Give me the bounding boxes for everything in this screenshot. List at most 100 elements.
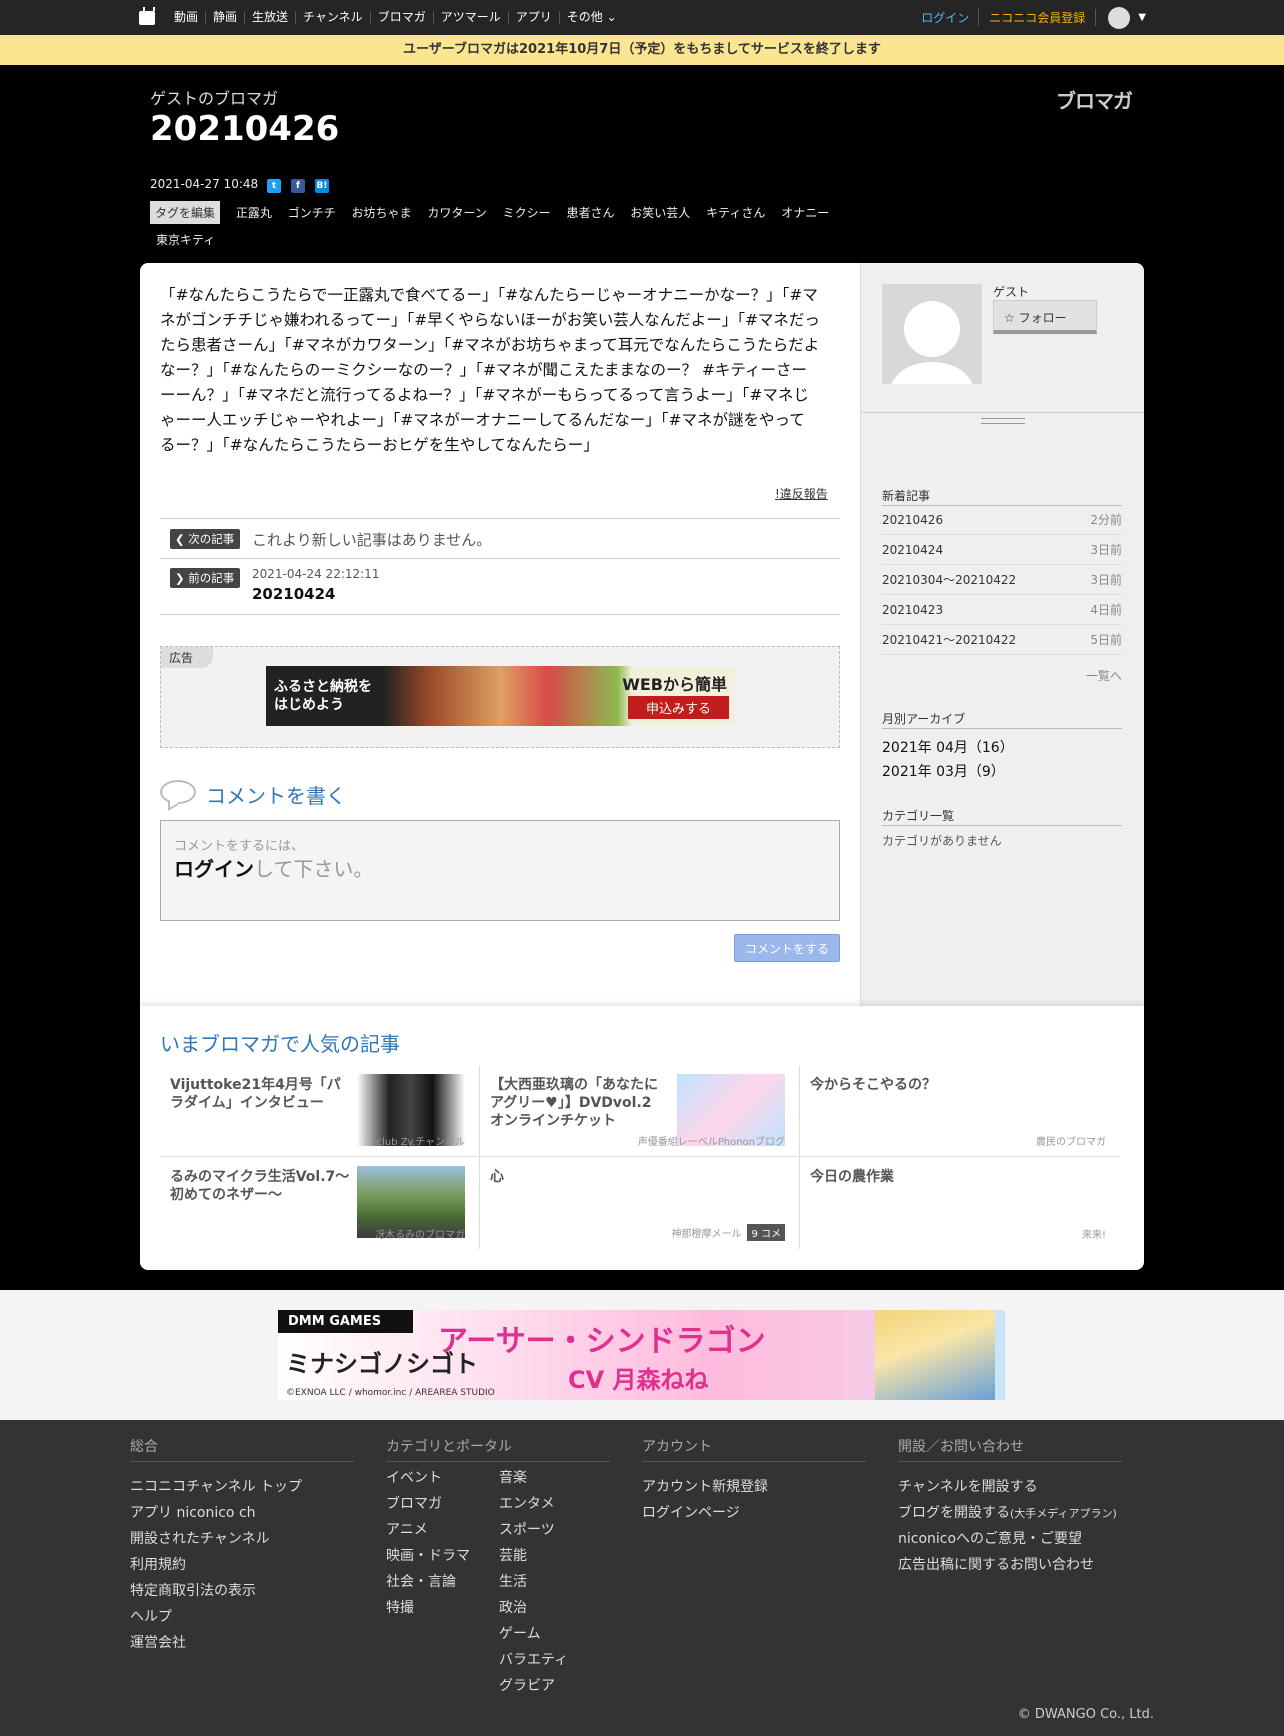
dmm-games-ad-banner[interactable]: DMM GAMES ミナシゴノシゴト アーサー・シンドラゴン CV 月森ねね ©…	[278, 1310, 1005, 1400]
furusato-ad-banner[interactable]: ふるさと納税を はじめよう WEBから簡単 申込みする	[266, 666, 735, 726]
nav-more[interactable]: その他 ⌄	[558, 11, 624, 24]
site-footer: 総合 ニコニコチャンネル トップ アプリ niconico ch 開設されたチャ…	[0, 1420, 1284, 1736]
footer-link[interactable]: niconicoへのご意見・ご要望	[898, 1526, 1122, 1552]
prev-article-row[interactable]: ❯ 前の記事 2021-04-24 22:12:11 20210424	[160, 558, 840, 615]
comment-login-link[interactable]: ログイン	[174, 857, 254, 881]
tag[interactable]: お笑い芸人	[630, 204, 690, 221]
popular-item[interactable]: 【大西亜玖璃の「あなたにアグリー♥」】DVDvol.2 オンラインチケット 声優…	[480, 1066, 800, 1157]
nav-channel[interactable]: チャンネル	[295, 11, 370, 24]
facebook-share-icon[interactable]: f	[291, 179, 305, 193]
prev-article-button[interactable]: ❯ 前の記事	[170, 568, 241, 588]
prev-article-title[interactable]: 20210424	[252, 585, 336, 603]
blomaga-logo[interactable]: ブロマガ	[1056, 85, 1133, 114]
footer-link[interactable]: ヘルプ	[130, 1604, 354, 1630]
footer-link[interactable]: エンタメ	[499, 1491, 609, 1517]
footer-link[interactable]: チャンネルを開設する	[898, 1474, 1122, 1500]
footer-col-general: 総合 ニコニコチャンネル トップ アプリ niconico ch 開設されたチャ…	[130, 1436, 354, 1656]
recent-article-item[interactable]: 20210424 3日前	[882, 535, 1122, 565]
popular-item-source: 声優番組レーベルPhononブログ	[637, 1137, 785, 1148]
popular-item[interactable]: 今からそこやるの？ 農民のブロマガ	[800, 1066, 1120, 1157]
popular-item-source: 農民のブロマガ	[1036, 1137, 1106, 1148]
ad-banner-text: ふるさと納税を はじめよう	[274, 679, 372, 713]
blog-header: ゲストのブロマガ 20210426 ブロマガ 2021-04-27 10:48 …	[140, 65, 1144, 263]
author-avatar[interactable]	[882, 284, 982, 384]
footer-link[interactable]: ブロマガ	[386, 1491, 496, 1517]
footer-heading: カテゴリとポータル	[386, 1436, 610, 1462]
user-avatar[interactable]	[1108, 6, 1131, 29]
tag[interactable]: お坊ちゃま	[352, 204, 412, 221]
recent-article-item[interactable]: 20210421～20210422 5日前	[882, 625, 1122, 655]
popular-item[interactable]: 今日の農作業 来来!	[800, 1158, 1120, 1249]
next-article-button[interactable]: ❮ 次の記事	[170, 529, 241, 549]
submit-comment-button[interactable]: コメントをする	[734, 934, 840, 962]
edit-tags-button[interactable]: タグを編集	[150, 201, 221, 224]
nav-douga[interactable]: 動画	[167, 11, 205, 24]
popular-item[interactable]: 心 神那橙摩メール 9 コメ	[480, 1158, 800, 1249]
tag-list: タグを編集 正露丸 ゴンチチ お坊ちゃま カワターン ミクシー 患者さん お笑い…	[150, 201, 850, 258]
tag[interactable]: 患者さん	[566, 204, 614, 221]
footer-link[interactable]: 社会・言論	[386, 1569, 496, 1595]
blog-name[interactable]: ゲストのブロマガ	[150, 85, 278, 109]
tag[interactable]: キティさん	[706, 204, 765, 221]
popular-item-title: 心	[490, 1169, 504, 1185]
tag[interactable]: カワターン	[427, 204, 486, 221]
tag[interactable]: 正露丸	[236, 204, 272, 221]
nav-live[interactable]: 生放送	[244, 11, 295, 24]
footer-link[interactable]: ニコニコチャンネル トップ	[130, 1474, 354, 1500]
hatena-bookmark-icon[interactable]: B!	[315, 179, 329, 193]
footer-link[interactable]: バラエティ	[499, 1647, 609, 1673]
report-link[interactable]: !違反報告	[775, 485, 828, 502]
archive-link[interactable]: 2021年 04月（16）	[882, 737, 1014, 757]
footer-link[interactable]: 特撮	[386, 1595, 496, 1621]
footer-link[interactable]: ゲーム	[499, 1621, 609, 1647]
recent-article-item[interactable]: 20210423 4日前	[882, 595, 1122, 625]
footer-link[interactable]: 生活	[499, 1569, 609, 1595]
follow-button[interactable]: ☆ フォロー	[993, 300, 1097, 334]
chevron-down-icon[interactable]: ▼	[1138, 12, 1146, 23]
next-article-text: これより新しい記事はありません。	[252, 531, 492, 549]
niconico-logo-icon[interactable]	[139, 6, 155, 25]
footer-link[interactable]: 芸能	[499, 1543, 609, 1569]
twitter-share-icon[interactable]: t	[267, 179, 281, 193]
footer-link[interactable]: グラビア	[499, 1673, 609, 1699]
archive-link[interactable]: 2021年 03月（9）	[882, 761, 1005, 781]
collapse-handle-icon[interactable]	[981, 418, 1025, 424]
popular-item[interactable]: Vijuttoke21年4月号「パラダイム」インタビュー club Zy.チャン…	[160, 1066, 480, 1157]
footer-link[interactable]: スポーツ	[499, 1517, 609, 1543]
footer-link[interactable]: 映画・ドラマ	[386, 1543, 496, 1569]
nav-app[interactable]: アプリ	[507, 11, 559, 24]
service-end-notice: ユーザーブロマガは2021年10月7日（予定）をもちましてサービスを終了します	[0, 35, 1284, 65]
tag[interactable]: ゴンチチ	[288, 204, 336, 221]
footer-link[interactable]: ログインページ	[642, 1500, 866, 1526]
monthly-archive-heading: 月別アーカイブ	[882, 710, 1122, 729]
footer-link[interactable]: 運営会社	[130, 1630, 354, 1656]
footer-link[interactable]: イベント	[386, 1465, 496, 1491]
register-link[interactable]: ニコニコ会員登録	[979, 9, 1097, 26]
login-link[interactable]: ログイン	[921, 9, 980, 26]
footer-link[interactable]: 利用規約	[130, 1552, 354, 1578]
footer-link[interactable]: 政治	[499, 1595, 609, 1621]
footer-link[interactable]: ブログを開設する(大手メディアプラン)	[898, 1500, 1122, 1526]
recent-article-item[interactable]: 20210426 2分前	[882, 505, 1122, 535]
footer-link[interactable]: 広告出稿に関するお問い合わせ	[898, 1552, 1122, 1578]
recent-more-link[interactable]: 一覧へ	[1086, 667, 1122, 684]
popular-item[interactable]: るみのマイクラ生活Vol.7～初めてのネザー～ 冴木るみのブロマガ	[160, 1158, 480, 1249]
footer-link[interactable]: 特定商取引法の表示	[130, 1578, 354, 1604]
nav-atsumaru[interactable]: アツマール	[432, 11, 508, 24]
tag[interactable]: 東京キティ	[156, 231, 215, 248]
tag[interactable]: ミクシー	[503, 204, 551, 221]
popular-item-source: 神那橙摩メール 9 コメ	[671, 1224, 785, 1241]
footer-link[interactable]: 開設されたチャンネル	[130, 1526, 354, 1552]
footer-link[interactable]: 音楽	[499, 1465, 609, 1491]
ad-apply-button[interactable]: 申込みする	[627, 696, 729, 719]
comment-login-prompt: ログインして下さい。	[174, 857, 374, 881]
recent-article-item[interactable]: 20210304～20210422 3日前	[882, 565, 1122, 595]
footer-link[interactable]: アカウント新規登録	[642, 1474, 866, 1500]
nav-blomaga[interactable]: ブロマガ	[369, 11, 433, 24]
footer-link[interactable]: アプリ niconico ch	[130, 1500, 354, 1526]
nav-seiga[interactable]: 静画	[205, 11, 244, 24]
footer-link[interactable]: アニメ	[386, 1517, 496, 1543]
comment-textarea[interactable]: コメントをするには、 ログインして下さい。	[160, 820, 840, 921]
tag[interactable]: オナニー	[781, 204, 829, 221]
author-name[interactable]: ゲスト	[993, 283, 1029, 300]
